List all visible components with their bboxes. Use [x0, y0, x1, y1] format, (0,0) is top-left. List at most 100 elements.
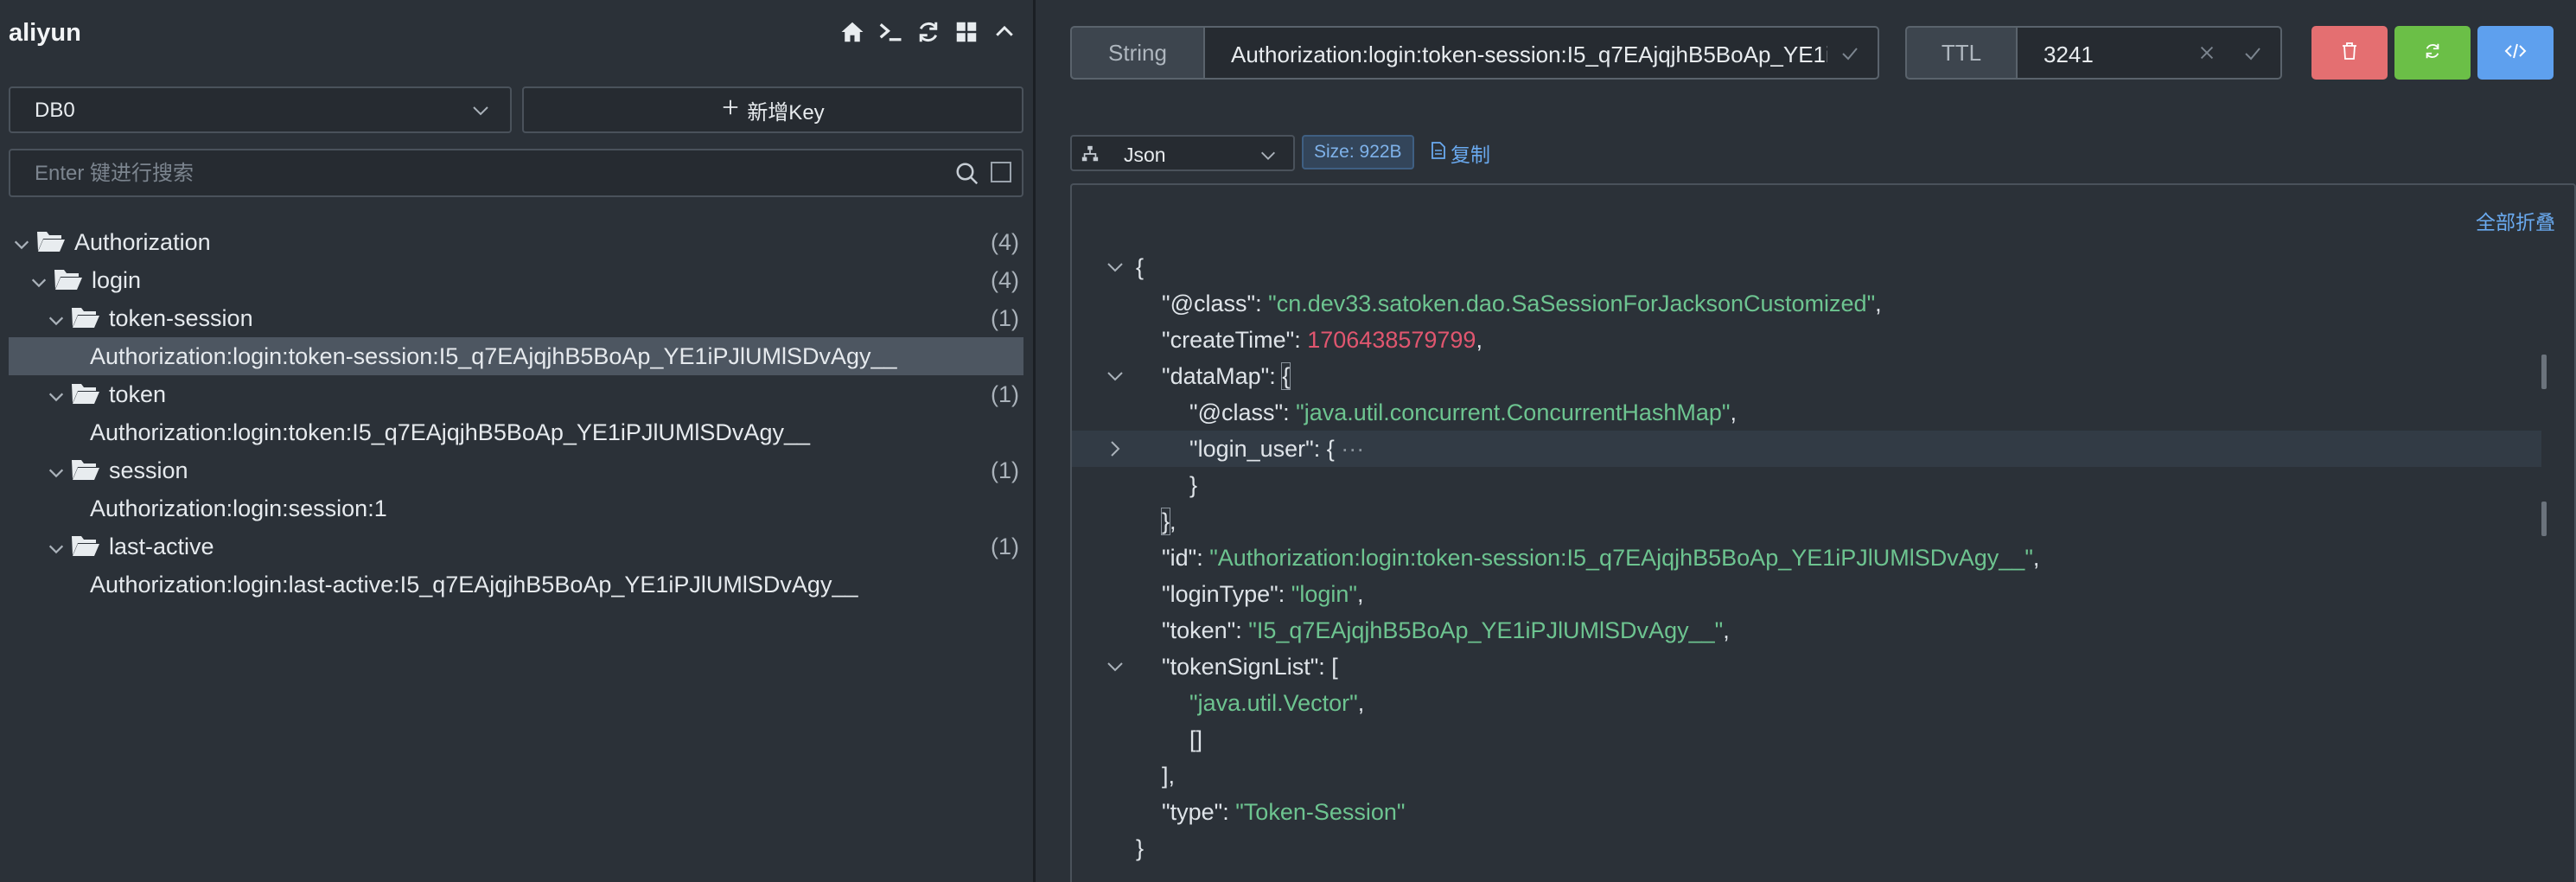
fold-chevron-down-icon[interactable]	[1105, 366, 1125, 393]
tree-node-label: login	[92, 267, 142, 293]
folder-open-icon	[71, 380, 100, 412]
tree-node-count: (4)	[991, 229, 1019, 255]
tree-node-label: last-active	[109, 534, 214, 559]
json-key: "login_user"	[1189, 436, 1314, 462]
key-name-input[interactable]: Authorization:login:token-session:I5_q7E…	[1205, 26, 1879, 80]
tree-node-label: token	[109, 381, 167, 407]
clear-icon[interactable]	[2197, 43, 2216, 67]
db-select[interactable]: DB0	[9, 86, 512, 133]
chevron-down-icon[interactable]	[47, 386, 66, 412]
json-string: "Authorization:login:token-session:I5_q7…	[1209, 545, 2033, 571]
collapsed-ellipsis[interactable]: ···	[1341, 436, 1364, 462]
chevron-down-icon	[1259, 146, 1278, 169]
ttl-label: TTL	[1905, 26, 2018, 80]
tree-folder-login[interactable]: login (4)	[0, 261, 1033, 299]
code-line: {	[1072, 249, 2541, 285]
json-string: "Token-Session"	[1235, 799, 1406, 825]
add-key-label: 新增Key	[747, 100, 825, 125]
check-icon[interactable]	[1840, 43, 1860, 68]
tree-node-label: token-session	[109, 305, 253, 331]
copy-button[interactable]: 复制	[1430, 138, 1490, 168]
folder-open-icon	[36, 228, 66, 260]
tree-key-token-session[interactable]: Authorization:login:token-session:I5_q7E…	[9, 337, 1023, 375]
chevron-down-icon[interactable]	[29, 272, 48, 298]
key-tree: Authorization (4) login (4) token-sessio…	[0, 223, 1033, 604]
json-editor[interactable]: 全部折叠 { "@class": "cn.dev33.satoken.dao.S…	[1070, 183, 2576, 882]
json-key: "createTime"	[1162, 327, 1295, 353]
fold-chevron-down-icon[interactable]	[1105, 656, 1125, 683]
tree-folder-last-active[interactable]: last-active (1)	[0, 527, 1033, 566]
tree-key-label: Authorization:login:session:1	[90, 495, 387, 521]
code-view-button[interactable]	[2477, 26, 2554, 80]
json-string: "login"	[1291, 581, 1357, 607]
key-search-input[interactable]	[33, 158, 901, 189]
code-line: "java.util.Vector",	[1189, 690, 1365, 716]
scroll-marker	[2541, 502, 2547, 536]
db-select-value: DB0	[35, 99, 75, 122]
grid-icon[interactable]	[953, 17, 980, 47]
terminal-icon[interactable]	[877, 17, 904, 47]
add-key-button[interactable]: 新增Key	[522, 86, 1023, 133]
code-line: "type": "Token-Session"	[1162, 799, 1406, 825]
key-detail-panel: String Authorization:login:token-session…	[1036, 0, 2576, 882]
tree-key-last-active[interactable]: Authorization:login:last-active:I5_q7EAj…	[0, 566, 1033, 604]
home-icon[interactable]	[838, 17, 866, 47]
chevron-down-icon[interactable]	[47, 310, 66, 336]
chevron-down-icon[interactable]	[47, 462, 66, 489]
refresh-key-button[interactable]	[2394, 26, 2471, 80]
code-icon	[2504, 42, 2527, 65]
ttl-input[interactable]: 3241	[2018, 26, 2282, 80]
tree-folder-session[interactable]: session (1)	[0, 451, 1033, 489]
tree-node-count: (1)	[991, 381, 1019, 407]
tree-key-token[interactable]: Authorization:login:token:I5_q7EAjqjhB5B…	[0, 413, 1033, 451]
folder-open-icon	[71, 533, 100, 565]
fold-chevron-right-icon[interactable]	[1105, 438, 1125, 465]
tree-node-label: session	[109, 457, 188, 483]
chevron-down-icon[interactable]	[47, 538, 66, 565]
scroll-marker	[2541, 355, 2547, 389]
format-value: Json	[1124, 144, 1166, 166]
fold-chevron-down-icon[interactable]	[1105, 257, 1125, 284]
json-key: "@class"	[1189, 399, 1284, 425]
tree-folder-token[interactable]: token (1)	[0, 375, 1033, 413]
json-string: "java.util.Vector"	[1189, 690, 1358, 716]
folder-open-icon	[54, 266, 83, 298]
ttl-value: 3241	[2044, 42, 2094, 67]
tree-folder-token-session[interactable]: token-session (1)	[0, 299, 1033, 337]
folder-open-icon	[71, 457, 100, 489]
chevron-down-icon[interactable]	[12, 233, 31, 260]
tree-folder-authorization[interactable]: Authorization (4)	[0, 223, 1033, 261]
json-key: "dataMap"	[1162, 363, 1270, 389]
key-search-box	[9, 149, 1023, 197]
tree-node-count: (4)	[991, 267, 1019, 293]
tree-node-count: (1)	[991, 457, 1019, 483]
tree-key-session[interactable]: Authorization:login:session:1	[0, 489, 1033, 527]
tree-node-label: Authorization	[74, 229, 211, 255]
json-key: "type"	[1162, 799, 1223, 825]
connection-name: aliyun	[9, 19, 81, 47]
tree-node-count: (1)	[991, 305, 1019, 331]
tree-key-label: Authorization:login:last-active:I5_q7EAj…	[90, 572, 858, 598]
refresh-icon	[2423, 42, 2442, 65]
tree-key-label: Authorization:login:token-session:I5_q7E…	[90, 343, 897, 369]
json-key: "loginType"	[1162, 581, 1278, 607]
delete-key-button[interactable]	[2311, 26, 2388, 80]
collapse-all-button[interactable]: 全部折叠	[2476, 206, 2555, 235]
code-line: ],	[1162, 763, 1176, 789]
json-brace: {	[1136, 254, 1145, 280]
refresh-icon[interactable]	[915, 17, 942, 47]
code-line: "tokenSignList": [	[1072, 649, 2541, 685]
json-key: "id"	[1162, 545, 1197, 571]
check-icon[interactable]	[2242, 43, 2263, 68]
document-icon	[1430, 141, 1447, 165]
code-line-highlighted: "login_user": { ···	[1072, 431, 2541, 467]
format-select[interactable]: Json	[1070, 135, 1295, 171]
search-icon[interactable]	[954, 161, 980, 191]
code-line: }	[1136, 835, 1145, 861]
code-line: }	[1189, 472, 1198, 498]
code-line: "createTime": 1706438579799,	[1162, 327, 1482, 353]
size-badge: Size: 922B	[1302, 135, 1414, 169]
chevron-up-icon[interactable]	[991, 17, 1018, 47]
json-number: 1706438579799	[1307, 327, 1476, 353]
exact-match-checkbox[interactable]	[991, 162, 1011, 182]
